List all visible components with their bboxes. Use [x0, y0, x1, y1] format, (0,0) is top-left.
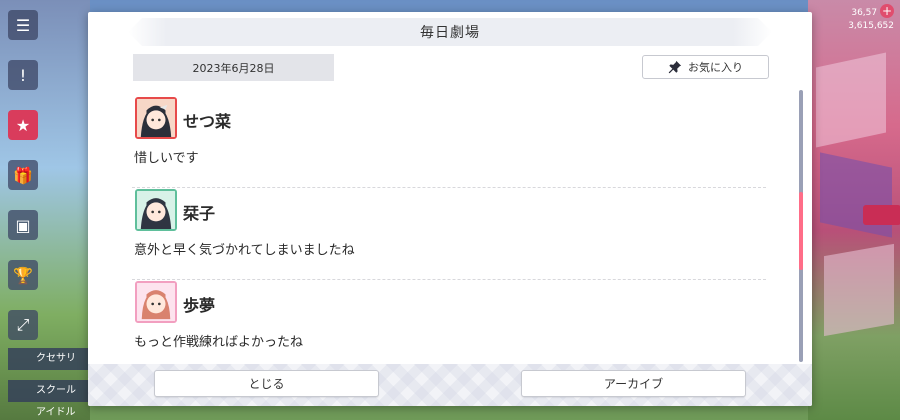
currency-value-1: 36,57: [851, 8, 878, 18]
theater-content[interactable]: せつ菜 惜しいです 栞子 意外と早く気づかれてしまいましたね 歩夢 もっと作戦練…: [132, 96, 766, 366]
currency-value-2: 3,615,652: [848, 21, 894, 31]
archive-button[interactable]: アーカイブ: [521, 370, 746, 397]
favorite-label: お気に入り: [688, 61, 743, 74]
daily-theater-dialog: 毎日劇場 2023年6月28日 お気に入り せつ菜 惜しいです 栞子 意外と早く…: [88, 12, 812, 406]
dialog-entry: 栞子 意外と早く気づかれてしまいましたね: [132, 188, 766, 280]
scrollbar-thumb[interactable]: [799, 192, 803, 270]
notice-icon[interactable]: !: [8, 60, 38, 90]
present-icon[interactable]: 🎁: [8, 160, 38, 190]
side-label-school-idol[interactable]: スクール アイドル: [8, 380, 88, 418]
favorite-button[interactable]: お気に入り: [642, 55, 769, 79]
pin-icon: [668, 60, 682, 74]
dialog-line: もっと作戦練ればよかったね: [134, 335, 304, 350]
close-button[interactable]: とじる: [154, 370, 379, 397]
avatar-setsuna: [135, 97, 177, 139]
menu-icon[interactable]: ☰: [8, 10, 38, 40]
dialog-footer: とじる アーカイブ: [88, 364, 812, 406]
expand-icon[interactable]: ⤢: [8, 310, 38, 340]
speaker-name: 栞子: [183, 204, 216, 223]
background-right-scene: [808, 0, 900, 420]
dialog-entry: せつ菜 惜しいです: [132, 96, 766, 188]
date-badge: 2023年6月28日: [133, 54, 334, 81]
dialog-title: 毎日劇場: [420, 25, 480, 41]
speaker-name: せつ菜: [183, 112, 232, 131]
event-icon[interactable]: ★: [8, 110, 38, 140]
screen-icon[interactable]: ▣: [8, 210, 38, 240]
scrollbar-track[interactable]: [799, 90, 803, 362]
side-menu: ☰ ! ★ 🎁 ▣ 🏆 ⤢: [8, 10, 40, 360]
avatar-shioriko: [135, 189, 177, 231]
dialog-line: 意外と早く気づかれてしまいましたね: [134, 243, 355, 258]
currency-display: 36,57 + 3,615,652: [814, 4, 894, 32]
avatar-ayumu: [135, 281, 177, 323]
dialog-entry: 歩夢 もっと作戦練ればよかったね: [132, 280, 766, 366]
dialog-title-bar: 毎日劇場: [128, 18, 772, 46]
trophy-icon[interactable]: 🏆: [8, 260, 38, 290]
speaker-name: 歩夢: [183, 296, 216, 315]
add-currency-icon[interactable]: +: [880, 4, 894, 18]
dialog-line: 惜しいです: [134, 151, 199, 166]
side-label-accessory[interactable]: クセサリ: [8, 348, 88, 370]
